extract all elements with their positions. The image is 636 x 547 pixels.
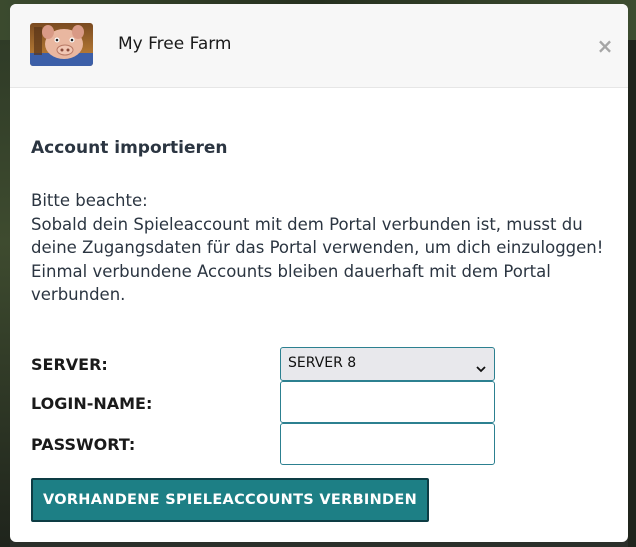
import-account-modal: My Free Farm × Account importieren Bitte… [10, 4, 628, 542]
notice-line-2: Einmal verbundene Accounts bleiben dauer… [31, 261, 551, 305]
page-title: Account importieren [31, 138, 228, 158]
login-name-label: LOGIN-NAME: [31, 394, 153, 413]
server-select[interactable]: SERVER 8 [280, 347, 495, 381]
server-select-value: SERVER 8 [288, 355, 357, 371]
password-label: PASSWORT: [31, 435, 136, 454]
page-backdrop-right [628, 40, 636, 547]
modal-header: My Free Farm × [10, 4, 628, 88]
chevron-down-icon [476, 359, 486, 373]
login-name-input[interactable] [280, 381, 495, 423]
notice-title: Bitte beachte: [31, 191, 148, 210]
page-backdrop-left [0, 40, 10, 547]
connect-accounts-button[interactable]: VORHANDENE SPIELEACCOUNTS VERBINDEN [31, 478, 429, 522]
app-title: My Free Farm [118, 34, 232, 54]
game-logo-pig-icon [30, 23, 93, 66]
notice-line-1: Sobald dein Spieleaccount mit dem Portal… [31, 214, 604, 258]
password-input[interactable] [280, 423, 495, 465]
notice-text: Bitte beachte: Sobald dein Spieleaccount… [31, 189, 611, 307]
server-label: SERVER: [31, 355, 108, 374]
close-icon[interactable]: × [596, 35, 614, 57]
